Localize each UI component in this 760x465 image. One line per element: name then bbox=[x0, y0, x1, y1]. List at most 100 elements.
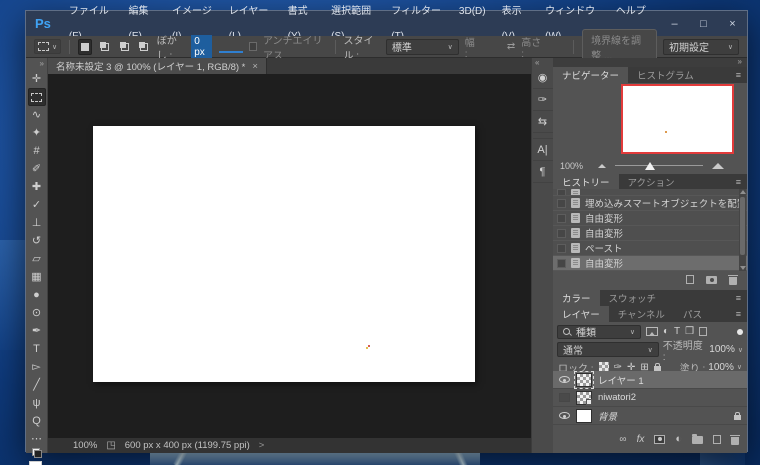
filter-adjustment-layers-icon[interactable]: ◐ bbox=[663, 326, 669, 337]
history-state-row[interactable]: 埋め込みスマートオブジェクトを配置 bbox=[553, 196, 747, 211]
layer-name[interactable]: niwatori2 bbox=[598, 392, 636, 403]
delete-state-icon[interactable] bbox=[729, 277, 737, 285]
quick-selection-tool[interactable]: ✦ bbox=[28, 124, 46, 142]
edit-toolbar[interactable]: ⋯ bbox=[28, 430, 46, 448]
layer-filter-dropdown[interactable]: 種類 ∨ bbox=[557, 325, 641, 339]
lasso-tool[interactable]: ∿ bbox=[28, 106, 46, 124]
properties-icon[interactable]: ◉ bbox=[533, 67, 553, 89]
tab-swatches[interactable]: スウォッチ bbox=[600, 290, 666, 306]
layer-row[interactable]: niwatori2 bbox=[553, 389, 747, 407]
panel-menu-icon[interactable]: ≡ bbox=[736, 174, 747, 190]
spot-healing-brush-tool[interactable]: ✚ bbox=[28, 178, 46, 196]
navigator-zoom-slider[interactable] bbox=[615, 165, 703, 166]
zoom-out-mountain-icon[interactable] bbox=[598, 164, 606, 168]
filter-pixel-layers-icon[interactable] bbox=[646, 327, 658, 336]
set-source-well[interactable] bbox=[557, 199, 566, 208]
paragraph-icon[interactable]: ¶ bbox=[533, 161, 553, 183]
scroll-down-icon[interactable] bbox=[740, 266, 746, 270]
visibility-off-icon[interactable] bbox=[559, 393, 570, 402]
layer-name[interactable]: レイヤー 1 bbox=[598, 373, 644, 387]
subtract-from-selection-button[interactable] bbox=[118, 39, 132, 55]
gradient-tool[interactable]: ▦ bbox=[28, 268, 46, 286]
collapse-toolbar-icon[interactable]: » bbox=[40, 58, 47, 70]
set-source-well[interactable] bbox=[557, 259, 566, 268]
status-chevron-icon[interactable]: > bbox=[259, 440, 265, 451]
workspace-preset-dropdown[interactable]: 初期設定 ∨ bbox=[663, 39, 739, 55]
eyedropper-tool[interactable]: ✐ bbox=[28, 160, 46, 178]
blend-mode-dropdown[interactable]: 通常 ∨ bbox=[557, 342, 659, 357]
filter-smart-objects-icon[interactable] bbox=[699, 327, 707, 336]
zoom-in-mountain-icon[interactable] bbox=[712, 163, 724, 169]
panel-menu-icon[interactable]: ≡ bbox=[736, 306, 747, 322]
history-state-row[interactable]: 自由変形 bbox=[553, 211, 747, 226]
filter-type-layers-icon[interactable]: T bbox=[674, 326, 680, 337]
add-to-selection-button[interactable] bbox=[98, 39, 112, 55]
history-brush-tool[interactable]: ↺ bbox=[28, 232, 46, 250]
tab-color[interactable]: カラー bbox=[553, 290, 600, 306]
brush-tool[interactable]: ✓ bbox=[28, 196, 46, 214]
panel-menu-icon[interactable]: ≡ bbox=[736, 67, 747, 83]
feather-input[interactable]: 0 px bbox=[191, 35, 212, 59]
pen-tool[interactable]: ✒ bbox=[28, 322, 46, 340]
slider-thumb[interactable] bbox=[645, 162, 655, 170]
new-layer-icon[interactable] bbox=[713, 435, 721, 444]
set-source-well[interactable] bbox=[557, 214, 566, 223]
character-icon[interactable]: A| bbox=[533, 139, 553, 161]
tab-actions[interactable]: アクション bbox=[619, 174, 684, 190]
panel-menu-icon[interactable]: ≡ bbox=[736, 290, 747, 306]
hand-tool[interactable]: ψ bbox=[28, 394, 46, 412]
eraser-tool[interactable]: ▱ bbox=[28, 250, 46, 268]
clone-source-icon[interactable]: ⇆ bbox=[533, 111, 553, 133]
canvas-area[interactable] bbox=[48, 74, 531, 438]
add-mask-icon[interactable] bbox=[654, 435, 665, 444]
set-source-well[interactable] bbox=[557, 244, 566, 253]
link-layers-icon[interactable]: ∞ bbox=[619, 434, 626, 445]
adjustment-layer-icon[interactable]: ◐ bbox=[675, 433, 682, 445]
navigator-zoom-value[interactable]: 100% bbox=[553, 161, 598, 171]
layer-thumbnail[interactable] bbox=[576, 409, 592, 423]
close-tab-icon[interactable]: × bbox=[252, 61, 258, 72]
style-dropdown[interactable]: 標準 ∨ bbox=[386, 39, 459, 55]
zoom-level[interactable]: 100% bbox=[73, 440, 97, 451]
tab-histogram[interactable]: ヒストグラム bbox=[628, 67, 703, 83]
export-icon[interactable]: ◳ bbox=[106, 440, 115, 451]
document-tab[interactable]: 名称未設定 3 @ 100% (レイヤー 1, RGB/8) * × bbox=[48, 58, 267, 74]
document-canvas[interactable] bbox=[93, 126, 475, 382]
tab-navigator[interactable]: ナビゲーター bbox=[553, 67, 628, 83]
clone-stamp-tool[interactable]: ⊥ bbox=[28, 214, 46, 232]
move-tool[interactable]: ✛ bbox=[28, 70, 46, 88]
filter-toggle-icon[interactable] bbox=[737, 329, 743, 335]
history-state-row[interactable]: 自由変形 bbox=[553, 256, 747, 271]
scrollbar-thumb[interactable] bbox=[740, 197, 745, 255]
intersect-selection-button[interactable] bbox=[137, 39, 151, 55]
layer-row[interactable]: レイヤー 1 bbox=[553, 371, 747, 389]
layer-name[interactable]: 背景 bbox=[598, 409, 617, 423]
tab-history[interactable]: ヒストリー bbox=[553, 174, 619, 190]
history-state-row[interactable]: ペースト bbox=[553, 241, 747, 256]
history-state-row[interactable] bbox=[553, 189, 747, 196]
visibility-eye-icon[interactable] bbox=[559, 376, 570, 383]
scroll-up-icon[interactable] bbox=[740, 190, 746, 194]
layer-style-icon[interactable]: fx bbox=[637, 434, 645, 445]
blur-tool[interactable]: ● bbox=[28, 286, 46, 304]
new-document-from-state-icon[interactable] bbox=[686, 275, 694, 284]
visibility-eye-icon[interactable] bbox=[559, 412, 570, 419]
new-selection-button[interactable] bbox=[78, 39, 92, 55]
history-scrollbar[interactable] bbox=[739, 189, 746, 271]
minimize-button[interactable]: – bbox=[660, 11, 689, 36]
layer-thumbnail[interactable] bbox=[576, 373, 592, 387]
delete-layer-icon[interactable] bbox=[731, 437, 739, 445]
crop-tool[interactable]: # bbox=[28, 142, 46, 160]
swap-dimensions-icon[interactable]: ⇄ bbox=[507, 41, 515, 52]
tab-layers[interactable]: レイヤー bbox=[553, 306, 609, 322]
tool-preset-picker[interactable]: ∨ bbox=[34, 39, 61, 54]
set-source-well[interactable] bbox=[557, 189, 566, 196]
foreground-background-swatches[interactable] bbox=[29, 461, 45, 465]
maximize-button[interactable]: □ bbox=[689, 11, 718, 36]
brush-settings-icon[interactable]: ✑ bbox=[533, 89, 553, 111]
opacity-value[interactable]: 100% bbox=[709, 344, 735, 355]
close-button[interactable]: × bbox=[718, 11, 747, 36]
zoom-tool[interactable]: Q bbox=[28, 412, 46, 430]
filter-shape-layers-icon[interactable]: ❒ bbox=[685, 326, 694, 337]
type-tool[interactable]: T bbox=[28, 340, 46, 358]
